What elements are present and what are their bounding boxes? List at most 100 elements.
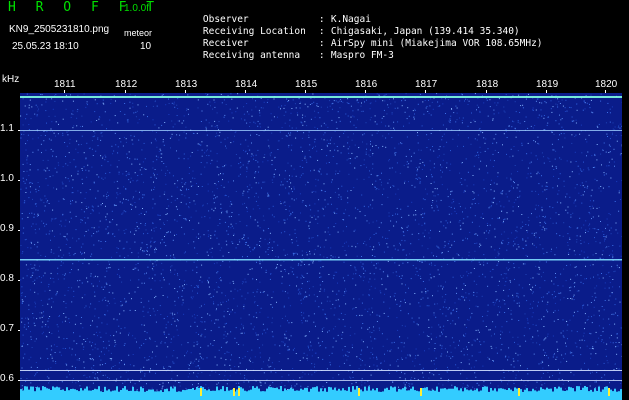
y-tick-label: 0.7 [0,323,14,334]
noise-speck [596,371,598,373]
noise-speck [414,108,416,110]
noise-speck [145,339,147,340]
noise-speck [184,280,186,282]
noise-speck [152,167,154,169]
noise-speck [361,381,363,383]
noise-speck [475,376,477,378]
noise-speck [133,365,135,367]
noise-speck [323,246,325,248]
noise-speck [292,368,294,369]
noise-speck [238,382,240,384]
noise-speck [60,249,62,251]
noise-speck [246,186,248,188]
noise-speck [364,308,366,310]
noise-speck [257,339,259,340]
noise-speck [196,375,198,377]
noise-speck [371,249,373,251]
noise-speck [186,283,188,285]
noise-speck [405,93,407,95]
noise-speck [90,121,92,123]
noise-speck [544,189,546,191]
noise-speck [493,109,495,111]
noise-speck [306,254,308,256]
noise-speck [505,281,507,283]
noise-speck [434,348,436,349]
noise-speck [308,240,310,242]
noise-speck [299,107,301,109]
noise-speck [527,237,529,239]
noise-speck [609,151,611,153]
noise-speck [359,275,361,276]
noise-speck [615,342,617,343]
noise-speck [301,274,303,276]
noise-speck [38,276,40,278]
noise-speck [316,105,318,107]
noise-speck [592,112,594,114]
noise-speck [315,145,316,147]
noise-speck [450,313,452,315]
noise-speck [544,215,546,217]
noise-speck [331,179,333,181]
noise-speck [427,111,429,112]
noise-speck [400,208,402,210]
noise-speck [401,350,403,352]
noise-speck [289,178,290,180]
noise-speck [50,220,52,222]
noise-speck [134,337,136,339]
noise-speck [396,317,398,319]
noise-speck [102,157,104,159]
noise-speck [544,382,546,384]
noise-speck [401,143,403,145]
noise-speck [387,104,389,106]
noise-speck [503,106,505,108]
noise-speck [580,354,582,356]
noise-speck [97,276,99,278]
noise-speck [391,257,393,259]
noise-speck [142,194,144,196]
noise-speck [360,358,362,360]
noise-speck [306,125,308,127]
noise-speck [432,191,434,193]
noise-speck [496,142,498,144]
noise-speck [196,194,198,195]
noise-speck [173,103,175,105]
noise-speck [334,212,336,214]
noise-speck [271,132,273,134]
noise-speck [355,270,357,272]
noise-speck [546,186,548,187]
noise-speck [491,218,493,220]
noise-speck [497,152,499,153]
noise-speck [352,377,354,378]
noise-speck [533,140,535,142]
noise-speck [542,372,544,374]
noise-speck [161,262,163,264]
noise-speck [375,180,377,182]
noise-speck [525,254,527,256]
noise-speck [124,113,126,115]
noise-speck [594,381,596,383]
noise-speck [392,214,394,216]
noise-speck [93,135,95,137]
noise-speck [37,137,39,139]
noise-speck [422,367,424,369]
noise-speck [368,222,370,224]
noise-speck [200,335,202,337]
noise-speck [533,234,535,236]
noise-speck [68,318,70,320]
noise-speck [365,153,367,155]
noise-speck [339,365,341,367]
noise-speck [342,101,344,103]
noise-speck [294,217,296,219]
noise-speck [399,198,400,200]
noise-speck [476,292,478,294]
noise-speck [174,273,176,275]
noise-speck [544,101,546,103]
noise-speck [319,272,321,274]
noise-speck [396,360,397,362]
noise-speck [140,368,142,370]
noise-speck [374,115,376,117]
noise-speck [567,233,569,235]
noise-speck [535,236,537,238]
noise-speck [538,143,540,145]
noise-speck [301,261,303,263]
